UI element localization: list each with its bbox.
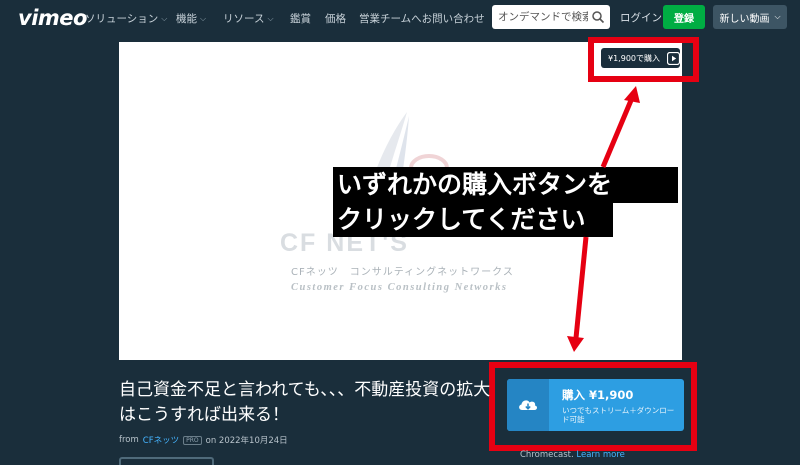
author-link[interactable]: CFネッツ <box>143 434 179 446</box>
from-label: from <box>119 435 139 445</box>
publish-date: on 2022年10月24日 <box>205 436 288 446</box>
video-byline: from CFネッツ PRO on 2022年10月24日 <box>119 434 288 446</box>
video-title: 自己資金不足と言われても、、、不動産投資の拡大はこうすれば出来る！ <box>119 380 491 425</box>
purchase-label: 購入 ¥1,900 <box>562 388 634 402</box>
chromecast-note: Chromecast. Learn more <box>520 450 625 460</box>
arrow-down-icon <box>567 336 584 352</box>
purchase-button[interactable]: 購入 ¥1,900 いつでもストリーム＋ダウンロード可能 <box>507 379 684 431</box>
partial-button[interactable] <box>119 457 214 465</box>
chromecast-text: Chromecast. <box>520 450 574 460</box>
learn-more-link[interactable]: Learn more <box>576 450 624 460</box>
pro-badge: PRO <box>183 435 202 445</box>
download-cloud-icon <box>507 379 549 431</box>
purchase-sublabel: いつでもストリーム＋ダウンロード可能 <box>562 406 675 424</box>
arrow-up-icon <box>624 86 640 103</box>
